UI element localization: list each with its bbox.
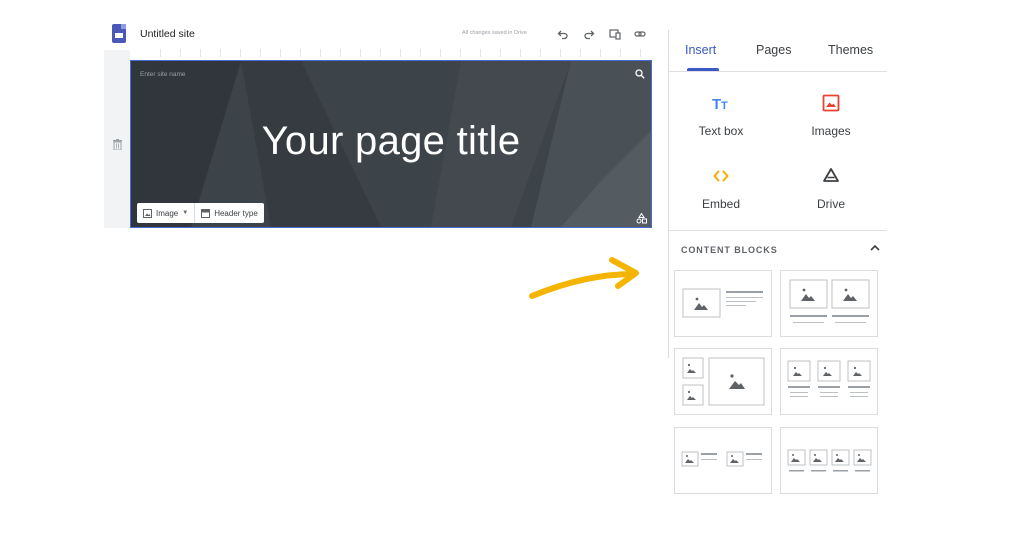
ruler-guides <box>160 49 650 57</box>
two-images-layout-icon <box>789 279 870 323</box>
tab-insert[interactable]: Insert <box>685 43 716 57</box>
header-type-label: Header type <box>214 208 258 218</box>
content-block-image-text[interactable] <box>674 270 772 337</box>
site-name-input[interactable]: Enter site name <box>140 71 186 78</box>
three-columns-layout-icon <box>787 360 871 397</box>
page-title[interactable]: Your page title <box>131 119 651 164</box>
active-tab-indicator <box>687 68 719 71</box>
image-text-layout-icon <box>682 288 763 318</box>
header-toolbar: Image ▼ Header type <box>137 203 264 223</box>
text-box-icon: T T <box>712 96 728 112</box>
annotation-arrow-icon <box>529 257 639 299</box>
content-block-image-gallery[interactable] <box>674 348 772 415</box>
embed-icon <box>713 170 729 182</box>
images-label: Images <box>811 124 851 138</box>
chevron-up-icon[interactable] <box>869 243 881 253</box>
insert-text-box[interactable]: T T Text box <box>671 94 771 162</box>
content-blocks-heading: CONTENT BLOCKS <box>681 245 778 255</box>
save-status: All changes saved in Drive <box>462 30 527 36</box>
content-block-three-columns[interactable] <box>780 348 878 415</box>
drive-icon <box>823 168 839 182</box>
text-box-label: Text box <box>698 124 744 138</box>
preview-icon[interactable] <box>609 28 621 40</box>
content-block-two-images[interactable] <box>780 270 878 337</box>
top-bar: Untitled site All changes saved in Drive <box>104 18 652 50</box>
svg-text:T: T <box>712 96 721 112</box>
tab-pages[interactable]: Pages <box>756 43 791 57</box>
copy-link-icon[interactable] <box>634 28 646 40</box>
undo-icon[interactable] <box>557 28 569 40</box>
tab-themes[interactable]: Themes <box>828 43 873 57</box>
search-icon[interactable] <box>635 69 645 79</box>
four-columns-layout-icon <box>787 449 872 472</box>
content-block-four-columns[interactable] <box>780 427 878 494</box>
insert-drive[interactable]: Drive <box>781 167 881 235</box>
insert-embed[interactable]: Embed <box>671 167 771 235</box>
header-banner[interactable]: Enter site name Your page title Image ▼ … <box>130 60 652 228</box>
site-name-title[interactable]: Untitled site <box>140 28 195 40</box>
header-type-button[interactable]: Header type <box>194 203 264 223</box>
dropdown-caret-icon: ▼ <box>182 210 189 216</box>
image-gallery-layout-icon <box>682 357 765 406</box>
image-button-label: Image <box>156 208 179 218</box>
image-button[interactable]: Image ▼ <box>137 203 194 223</box>
sites-logo-icon <box>112 24 126 43</box>
delete-section-icon[interactable] <box>113 139 122 150</box>
svg-text:T: T <box>721 100 728 112</box>
embed-label: Embed <box>701 197 741 211</box>
images-icon <box>822 94 840 112</box>
image-icon <box>143 208 152 218</box>
panel-tabs: Insert Pages Themes <box>669 30 887 72</box>
content-block-two-image-captions[interactable] <box>674 427 772 494</box>
insert-images[interactable]: Images <box>781 94 881 162</box>
drive-label: Drive <box>816 197 845 211</box>
panel-divider <box>669 230 887 231</box>
redo-icon[interactable] <box>583 28 595 40</box>
two-image-captions-layout-icon <box>681 451 762 467</box>
header-type-icon <box>201 208 211 218</box>
theme-shapes-icon[interactable] <box>636 213 647 224</box>
